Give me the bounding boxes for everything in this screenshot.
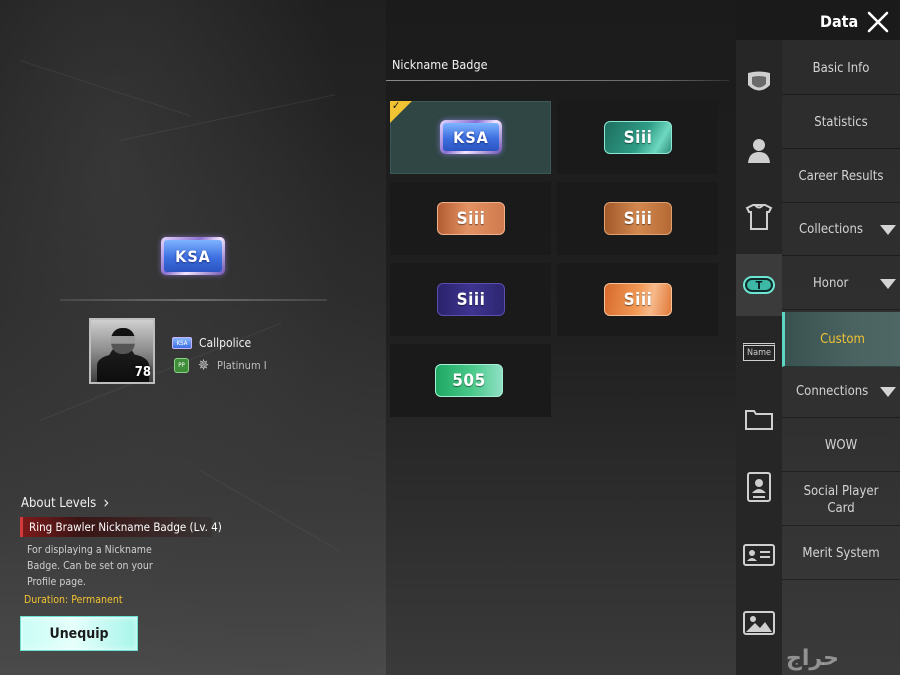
background-texture xyxy=(199,470,339,551)
menu-item-label: Basic Info xyxy=(812,61,870,76)
menu-item-honor[interactable]: Honor xyxy=(782,258,900,310)
watermark-logo: حراج xyxy=(786,646,839,671)
background-texture xyxy=(119,94,336,141)
menu-item-career-results[interactable]: Career Results xyxy=(782,151,900,203)
about-levels-label: About Levels xyxy=(21,496,97,511)
badge-cell[interactable]: Siii xyxy=(557,182,718,255)
section-title: Nickname Badge xyxy=(392,57,488,72)
tier-star-icon: ✵ xyxy=(197,356,210,374)
avatar-face xyxy=(111,328,135,354)
menu-item-label: Connections xyxy=(796,384,869,399)
badge-label: KSA xyxy=(443,123,499,151)
background-texture xyxy=(19,60,192,117)
player-level: 78 xyxy=(134,365,151,380)
menu-item-label: Custom xyxy=(820,331,865,347)
menu-item-connections[interactable]: Connections xyxy=(782,366,900,418)
name-tag-icon: Name xyxy=(743,343,775,361)
equipped-nickname-badge: KSA xyxy=(161,237,225,275)
player-name: Callpolice xyxy=(199,336,252,350)
about-levels-link[interactable]: About Levels › xyxy=(21,493,110,513)
close-icon xyxy=(867,11,889,33)
menu-item-collections[interactable]: Collections xyxy=(782,204,900,256)
badge-label: KSA xyxy=(164,240,222,272)
menu-item-social-player-card[interactable]: Social Player Card xyxy=(782,474,900,526)
badge-cell-ksa[interactable]: ✓ KSA xyxy=(390,99,551,174)
folder-icon xyxy=(745,410,773,430)
item-title-bar: Ring Brawler Nickname Badge (Lv. 4) xyxy=(20,517,222,537)
rail-tab-id-card[interactable] xyxy=(736,528,782,582)
player-card-icon xyxy=(747,472,771,502)
wardrobe-icon xyxy=(745,204,773,230)
menu-item-label: Career Results xyxy=(798,169,884,184)
badge-pill: Siii xyxy=(604,202,672,235)
shield-icon xyxy=(748,71,770,91)
badge-cell[interactable]: Siii xyxy=(557,101,718,174)
rail-tab-shield[interactable] xyxy=(736,56,782,110)
rank-name: Platinum I xyxy=(217,359,267,372)
page-title: Data xyxy=(820,12,859,31)
badge-grid-pane: Nickname Badge ✓ KSA Siii Siii Siii Siii… xyxy=(386,0,736,675)
menu-item-label: Social Player Card xyxy=(803,483,879,516)
badge-pill: Siii xyxy=(604,121,672,154)
mini-nickname-badge: KSA xyxy=(172,337,192,349)
close-button[interactable] xyxy=(866,10,890,34)
menu-item-custom[interactable]: Custom xyxy=(782,312,900,367)
divider xyxy=(60,299,327,301)
badge-cell[interactable]: Siii xyxy=(390,182,551,255)
rank-emblem-icon: PP xyxy=(174,358,189,373)
menu-item-label: Honor xyxy=(813,276,849,291)
menu-item-label: Collections xyxy=(799,222,863,237)
menu-item-wow[interactable]: WOW xyxy=(782,420,900,472)
item-duration: Duration: Permanent xyxy=(24,594,123,606)
badge-cell[interactable]: 505 xyxy=(390,344,551,417)
person-icon xyxy=(748,139,770,163)
badge-pill: Siii xyxy=(604,283,672,316)
menu-item-label: WOW xyxy=(824,438,858,453)
rail-tab-person[interactable] xyxy=(736,123,782,177)
badge-preview-pane: KSA 78 KSA Callpolice PP ✵ Platinum I Ab… xyxy=(0,0,386,675)
caret-down-icon xyxy=(880,278,896,289)
menu-item-basic-info[interactable]: Basic Info xyxy=(782,43,900,95)
menu-item-statistics[interactable]: Statistics xyxy=(782,97,900,149)
rail-tab-player-card[interactable] xyxy=(736,460,782,514)
item-description: For displaying a Nickname Badge. Can be … xyxy=(27,544,153,588)
badge-cell[interactable]: Siii xyxy=(557,263,718,336)
rail-tab-wardrobe[interactable] xyxy=(736,190,782,244)
category-icon-rail: T Name xyxy=(736,40,782,675)
badge-pill: Siii xyxy=(437,202,505,235)
badge-pill: 505 xyxy=(435,364,503,397)
picture-frame-icon xyxy=(743,611,775,635)
item-title: Ring Brawler Nickname Badge (Lv. 4) xyxy=(29,520,222,534)
badge-pill: KSA xyxy=(440,120,502,154)
rail-tab-folder[interactable] xyxy=(736,392,782,446)
unequip-button[interactable]: Unequip xyxy=(20,616,138,651)
category-menu: Basic Info Statistics Career Results Col… xyxy=(782,40,900,675)
chevron-right-icon: › xyxy=(103,493,110,513)
rail-tab-picture[interactable] xyxy=(736,596,782,650)
rail-tab-name[interactable]: Name xyxy=(736,325,782,379)
badge-cell[interactable]: Siii xyxy=(390,263,551,336)
menu-item-merit-system[interactable]: Merit System xyxy=(782,528,900,580)
check-icon: ✓ xyxy=(392,99,401,112)
title-icon-letter: T xyxy=(755,278,763,292)
menu-item-label: Statistics xyxy=(814,115,868,130)
avatar: 78 xyxy=(89,318,155,384)
rail-tab-title[interactable]: T xyxy=(736,254,782,316)
badge-pill: Siii xyxy=(437,283,505,316)
caret-down-icon xyxy=(880,386,896,397)
name-tag-label: Name xyxy=(747,348,771,358)
menu-item-label: Merit System xyxy=(802,546,880,561)
section-underline xyxy=(386,80,729,81)
id-card-icon xyxy=(743,544,775,566)
caret-down-icon xyxy=(880,224,896,235)
